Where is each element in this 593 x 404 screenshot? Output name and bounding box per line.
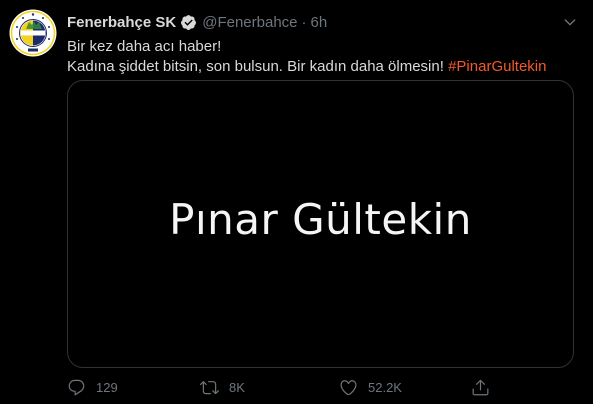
avatar[interactable] [9, 9, 57, 57]
reply-icon [68, 379, 85, 395]
media-title: Pınar Gültekin [169, 194, 472, 244]
retweet-count: 8K [229, 379, 245, 395]
retweet-button[interactable]: 8K [200, 376, 245, 398]
verified-badge-icon [180, 14, 197, 31]
tweet-header: Fenerbahçe SK @Fenerbahce · 6h [67, 12, 327, 32]
share-icon [472, 379, 489, 395]
retweet-icon [200, 380, 219, 394]
tweet-text: Bir kez daha acı haber! Kadına şiddet bi… [67, 37, 577, 77]
tweet-media-card[interactable]: Pınar Gültekin [67, 80, 574, 368]
separator-dot: · [301, 13, 307, 31]
tweet-timestamp[interactable]: 6h [311, 14, 328, 31]
tweet[interactable]: Fenerbahçe SK @Fenerbahce · 6h Bir kez d… [0, 0, 593, 404]
chevron-down-icon[interactable] [562, 14, 578, 30]
tweet-actions: 129 8K 52.2K [67, 376, 577, 398]
hashtag-link[interactable]: #PinarGultekin [448, 58, 546, 75]
like-count: 52.2K [368, 379, 402, 395]
heart-icon [340, 379, 357, 395]
tweet-text-line-1: Bir kez daha acı haber! [67, 38, 222, 55]
reply-count: 129 [96, 379, 118, 395]
tweet-text-line-2: Kadına şiddet bitsin, son bulsun. Bir ka… [67, 57, 577, 77]
share-button[interactable] [471, 376, 490, 398]
like-button[interactable]: 52.2K [339, 376, 402, 398]
reply-button[interactable]: 129 [67, 376, 118, 398]
tweet-text-line-2-body: Kadına şiddet bitsin, son bulsun. Bir ka… [67, 58, 449, 75]
author-handle[interactable]: @Fenerbahce [202, 14, 297, 31]
author-name[interactable]: Fenerbahçe SK [67, 14, 176, 31]
fenerbahce-logo-icon [9, 9, 57, 57]
